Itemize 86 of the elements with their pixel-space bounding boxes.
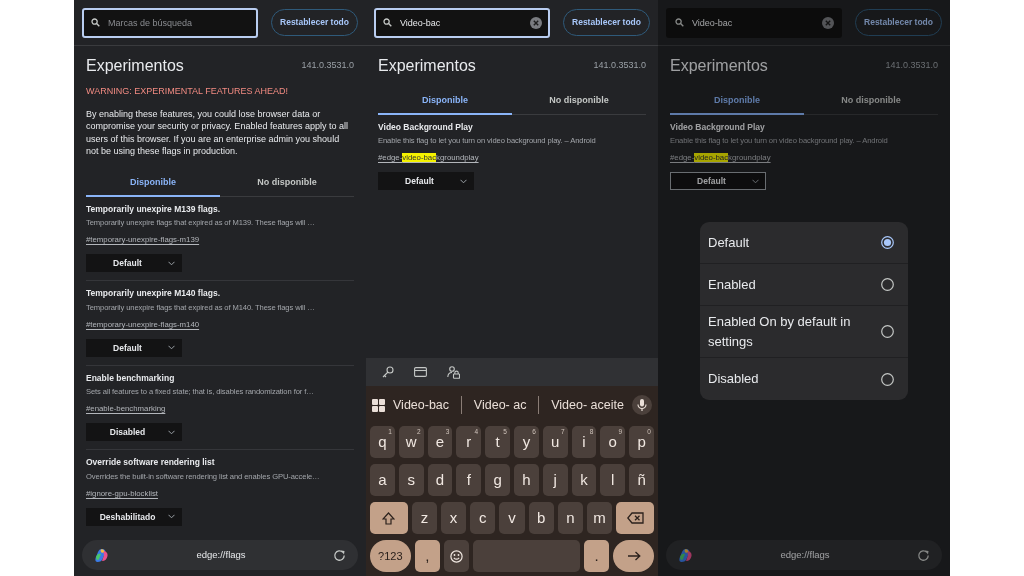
url-text: edge://flags	[780, 547, 830, 562]
clear-icon[interactable]	[530, 16, 542, 29]
flag-name: Enable benchmarking	[86, 372, 176, 384]
option-label[interactable]: Default	[708, 232, 750, 253]
chevron-icon	[168, 429, 175, 435]
search-field[interactable]: Video-bac	[374, 7, 550, 38]
refresh-icon[interactable]	[917, 548, 930, 562]
tab[interactable]: Disponible	[378, 89, 512, 115]
key[interactable]: v	[499, 502, 525, 534]
search-field[interactable]: Marcas de búsqueda	[82, 7, 258, 38]
url-text: edge://flags	[196, 547, 246, 562]
dropdown[interactable]: Default	[670, 172, 766, 191]
search-icon	[383, 18, 392, 27]
version-text: 141.0.3531.0	[301, 60, 354, 71]
key[interactable]: f	[456, 464, 482, 496]
symbols-key[interactable]: ?123	[370, 540, 411, 572]
key-icon[interactable]	[382, 366, 394, 378]
suggestion[interactable]: Video- ac	[465, 395, 535, 415]
apps-grid-icon[interactable]	[372, 398, 385, 412]
page-title: Experimentos	[86, 56, 184, 76]
key[interactable]: n	[557, 502, 583, 534]
shift-key-icon[interactable]	[382, 511, 396, 525]
option-label[interactable]: Enabled On by default in settings	[708, 312, 873, 351]
warning-text: WARNING: EXPERIMENTAL FEATURES AHEAD!	[86, 86, 290, 97]
person-lock-icon[interactable]	[447, 365, 460, 379]
chevron-icon	[460, 178, 467, 184]
key[interactable]: l	[600, 464, 626, 496]
radio-button[interactable]	[881, 372, 894, 386]
chevron-icon	[168, 260, 175, 266]
key[interactable]: x	[441, 502, 467, 534]
radio-button[interactable]	[881, 236, 894, 249]
address-bar[interactable]: edge://flags	[666, 540, 942, 570]
key[interactable]: b	[528, 502, 554, 534]
dropdown[interactable]: Default	[378, 172, 474, 191]
intro-paragraph: By enabling these features, you could lose browser data or compromise your security or privacy. Enabled features apply to all users of this browser. If you are an enterprise admin you should not be using these flags in production.	[86, 108, 349, 158]
tab[interactable]: No disponible	[220, 171, 354, 197]
page-title: Experimentos	[670, 56, 768, 76]
version-text: 141.0.3531.0	[593, 60, 646, 71]
tab[interactable]: No disponible	[804, 89, 938, 115]
flag-name: Video Background Play	[670, 122, 766, 133]
search-icon	[91, 18, 100, 27]
suggestion[interactable]: Video- aceite	[543, 395, 632, 415]
radio-button[interactable]	[881, 325, 894, 338]
backspace-key-icon[interactable]	[626, 512, 644, 524]
flag-name: Video Background Play	[378, 122, 474, 133]
dropdown[interactable]: Deshabilitado	[86, 507, 182, 526]
key[interactable]: d	[427, 464, 453, 496]
key[interactable]: s	[398, 464, 424, 496]
key[interactable]: j	[542, 464, 568, 496]
key[interactable]: c	[470, 502, 496, 534]
clear-icon[interactable]	[822, 16, 834, 29]
flag-name: Temporarily unexpire M140 flags.	[86, 288, 221, 299]
page-title: Experimentos	[378, 56, 476, 76]
tab[interactable]: No disponible	[512, 89, 646, 115]
key[interactable]: m	[587, 502, 613, 534]
emoji-key-icon[interactable]	[450, 549, 464, 563]
chevron-icon	[168, 345, 175, 351]
address-bar[interactable]: edge://flags	[82, 540, 358, 570]
key[interactable]: ,	[414, 540, 440, 572]
key[interactable]: a	[370, 464, 395, 496]
key[interactable]: ñ	[629, 464, 654, 496]
option-label[interactable]: Disabled	[708, 369, 759, 389]
key[interactable]: g	[485, 464, 510, 496]
key[interactable]: z	[411, 502, 437, 534]
radio-button[interactable]	[881, 278, 894, 291]
suggestion[interactable]: Video-bac	[385, 395, 458, 415]
key[interactable]: h	[514, 464, 539, 496]
key[interactable]: .	[584, 540, 610, 572]
version-text: 141.0.3531.0	[885, 60, 938, 71]
tab[interactable]: Disponible	[670, 89, 804, 115]
flag-name: Override software rendering list	[86, 457, 216, 468]
arrow-key-icon[interactable]	[626, 551, 641, 561]
dropdown[interactable]: Default	[86, 254, 182, 273]
option-label[interactable]: Enabled	[708, 274, 756, 295]
search-icon	[675, 18, 684, 27]
refresh-icon[interactable]	[333, 548, 346, 562]
tab[interactable]: Disponible	[86, 171, 220, 197]
dropdown[interactable]: Default	[86, 338, 182, 357]
key[interactable]: k	[571, 464, 597, 496]
dropdown[interactable]: Disabled	[86, 423, 182, 442]
microphone-icon[interactable]	[632, 395, 652, 415]
flag-name: Temporarily unexpire M139 flags.	[86, 203, 221, 215]
card-icon[interactable]	[414, 367, 427, 377]
search-field[interactable]: Video-bac	[666, 7, 842, 38]
chevron-icon	[752, 178, 759, 184]
chevron-icon	[168, 514, 175, 520]
